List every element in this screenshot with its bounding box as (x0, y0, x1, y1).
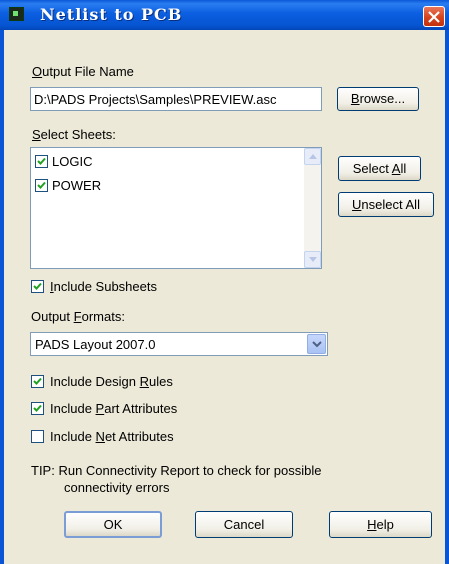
close-button[interactable] (423, 6, 445, 27)
sheets-listbox[interactable]: LOGIC POWER (30, 147, 322, 269)
chevron-down-icon (312, 341, 322, 348)
tip-text-line2: connectivity errors (64, 480, 170, 495)
window-title: Netlist to PCB (40, 5, 183, 24)
include-design-rules-label: Include Design Rules (50, 374, 173, 389)
scroll-up-arrow-icon (309, 154, 317, 159)
select-sheets-label: Select Sheets: (32, 127, 116, 142)
scroll-up-button[interactable] (304, 148, 321, 165)
include-subsheets-checkbox[interactable] (31, 280, 44, 293)
checkmark-icon (33, 282, 42, 290)
output-formats-value: PADS Layout 2007.0 (35, 337, 156, 352)
netlist-app-icon[interactable] (9, 7, 24, 21)
scroll-down-arrow-icon (309, 257, 317, 262)
include-part-attributes-checkbox[interactable] (31, 402, 44, 415)
checkmark-icon (37, 157, 46, 165)
checkmark-icon (33, 377, 42, 385)
include-design-rules-checkbox[interactable] (31, 375, 44, 388)
window-border-left (0, 30, 4, 564)
cancel-button[interactable]: Cancel (195, 511, 293, 538)
scroll-down-button[interactable] (304, 251, 321, 268)
ok-button[interactable]: OK (64, 511, 162, 538)
include-subsheets-label: Include Subsheets (50, 279, 157, 294)
sheets-scrollbar[interactable] (304, 148, 321, 268)
browse-button[interactable]: Browse... (337, 87, 419, 111)
window-border-right (445, 30, 449, 564)
include-part-attributes-label: Include Part Attributes (50, 401, 178, 416)
sheet-logic-label: LOGIC (52, 154, 93, 169)
sheet-power-checkbox[interactable] (35, 179, 48, 192)
checkmark-icon (37, 181, 46, 189)
unselect-all-button[interactable]: Unselect All (338, 192, 434, 217)
output-file-input[interactable] (30, 87, 322, 111)
tip-text-line1: TIP: Run Connectivity Report to check fo… (31, 463, 322, 478)
title-bar[interactable]: Netlist to PCB (0, 0, 449, 30)
output-formats-select[interactable]: PADS Layout 2007.0 (30, 332, 328, 356)
include-net-attributes-checkbox[interactable] (31, 430, 44, 443)
select-all-button[interactable]: Select All (338, 156, 421, 181)
sheet-logic-checkbox[interactable] (35, 155, 48, 168)
help-button[interactable]: Help (329, 511, 432, 538)
close-icon (428, 11, 440, 23)
output-file-label: Output File Name (32, 64, 134, 79)
include-net-attributes-label: Include Net Attributes (50, 429, 174, 444)
output-formats-label: Output Formats: (31, 309, 125, 324)
sheet-power-label: POWER (52, 178, 102, 193)
output-formats-dropdown-button[interactable] (307, 334, 326, 354)
checkmark-icon (33, 404, 42, 412)
